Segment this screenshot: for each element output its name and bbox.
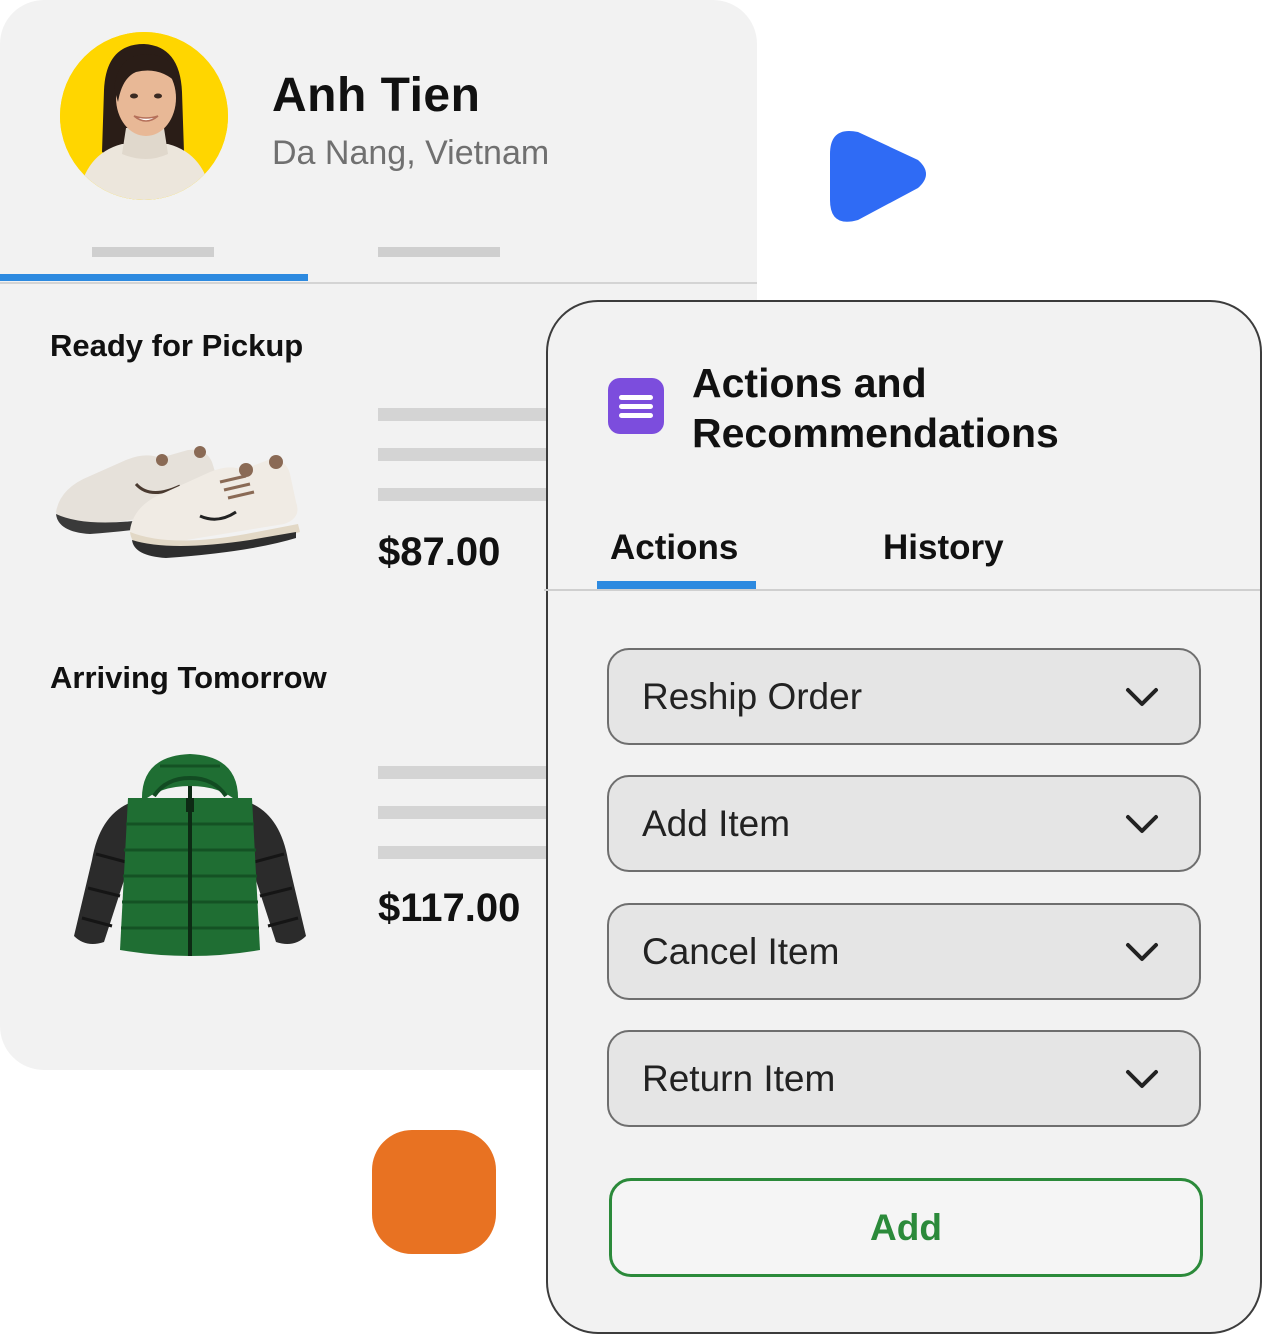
sneakers-image[interactable] bbox=[50, 430, 305, 560]
panel-title: Actions and Recommendations bbox=[692, 360, 1059, 456]
reship-order-dropdown[interactable]: Reship Order bbox=[607, 648, 1201, 745]
add-button[interactable]: Add bbox=[609, 1178, 1203, 1277]
chevron-down-icon bbox=[1126, 688, 1158, 706]
section-title-arriving-tomorrow: Arriving Tomorrow bbox=[50, 660, 327, 695]
section-title-ready-for-pickup: Ready for Pickup bbox=[50, 328, 304, 363]
puffer-jacket-image[interactable] bbox=[70, 750, 310, 962]
tab-placeholder-2[interactable] bbox=[378, 247, 500, 257]
orange-blob-shape bbox=[372, 1130, 496, 1254]
tab-history[interactable]: History bbox=[883, 528, 1004, 568]
avatar[interactable] bbox=[60, 32, 228, 200]
customer-location: Da Nang, Vietnam bbox=[272, 134, 550, 172]
tabs-divider bbox=[0, 282, 757, 284]
text-placeholder-line bbox=[378, 408, 568, 421]
tabs-divider bbox=[544, 589, 1260, 591]
dropdown-label: Reship Order bbox=[642, 676, 863, 717]
text-placeholder-line bbox=[378, 766, 568, 779]
active-tab-indicator bbox=[0, 274, 308, 281]
play-icon bbox=[830, 130, 926, 222]
chevron-down-icon bbox=[1126, 815, 1158, 833]
chevron-down-icon bbox=[1126, 1070, 1158, 1088]
cancel-item-dropdown[interactable]: Cancel Item bbox=[607, 903, 1201, 1000]
customer-photo-icon bbox=[60, 32, 228, 200]
text-placeholder-line bbox=[378, 846, 568, 859]
tab-actions[interactable]: Actions bbox=[610, 528, 738, 568]
active-tab-indicator bbox=[597, 581, 756, 589]
dropdown-label: Cancel Item bbox=[642, 931, 840, 972]
chevron-down-icon bbox=[1126, 943, 1158, 961]
item-price: $87.00 bbox=[378, 530, 501, 574]
customer-name: Anh Tien bbox=[272, 69, 481, 122]
text-placeholder-line bbox=[378, 488, 568, 501]
menu-lines-icon bbox=[608, 378, 664, 434]
text-placeholder-line bbox=[378, 448, 568, 461]
return-item-dropdown[interactable]: Return Item bbox=[607, 1030, 1201, 1127]
dropdown-label: Return Item bbox=[642, 1058, 836, 1099]
tab-placeholder-1[interactable] bbox=[92, 247, 214, 257]
text-placeholder-line bbox=[378, 806, 568, 819]
item-price: $117.00 bbox=[378, 886, 521, 930]
actions-panel: Actions and Recommendations Actions Hist… bbox=[544, 300, 1262, 1334]
add-item-dropdown[interactable]: Add Item bbox=[607, 775, 1201, 872]
dropdown-label: Add Item bbox=[642, 803, 791, 844]
